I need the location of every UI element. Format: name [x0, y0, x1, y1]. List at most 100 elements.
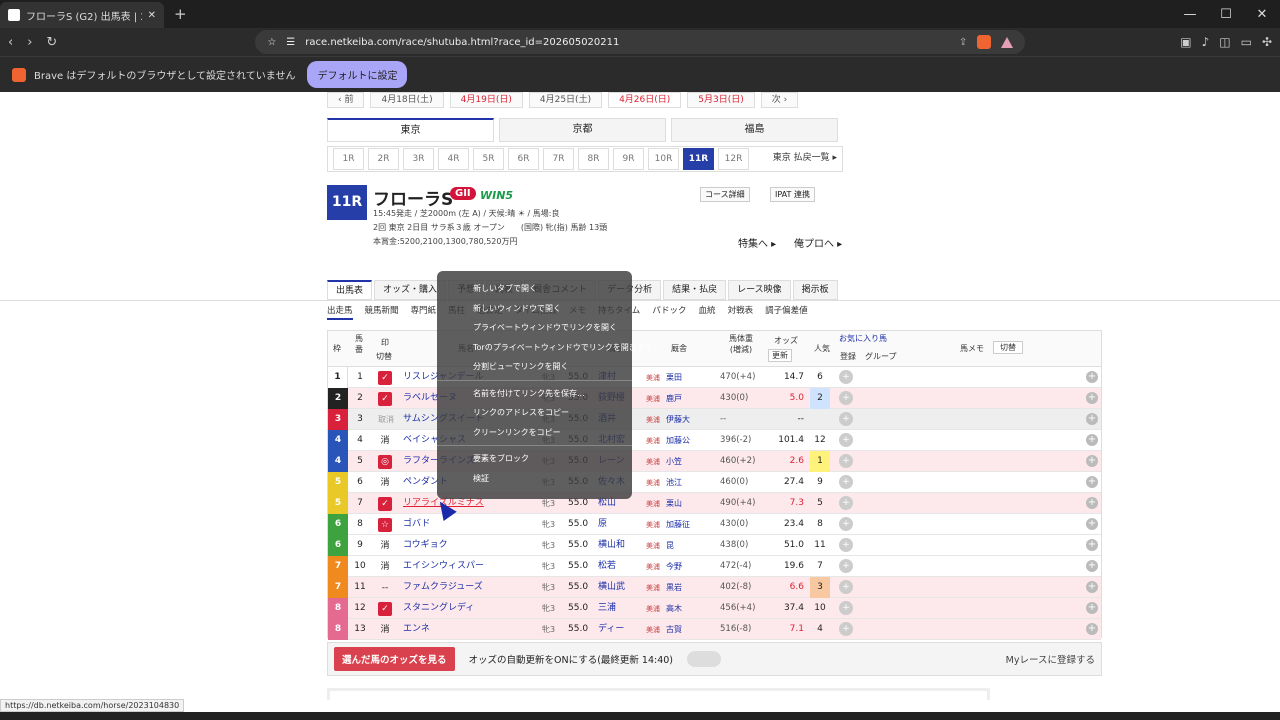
trainer-link[interactable]: 栗山 — [666, 499, 682, 508]
ipat-button[interactable]: IPAT 連携 — [770, 187, 815, 202]
trainer-link[interactable]: 池江 — [666, 478, 682, 487]
race-number-tab[interactable]: 9R — [613, 148, 644, 170]
ore-pro-link[interactable]: 俺プロへ ▸ — [794, 235, 842, 250]
favorite-add-icon[interactable]: + — [839, 517, 853, 531]
odds-update-button[interactable]: 更新 — [768, 349, 792, 362]
race-number-tab[interactable]: 12R — [718, 148, 749, 170]
browser-tab[interactable]: フローラS (G2) 出馬表 | 2026年4月 ✕ — [0, 2, 164, 28]
horse-name-link[interactable]: エイシンウィスパー — [403, 556, 484, 577]
favorite-add-icon[interactable]: + — [839, 496, 853, 510]
favorite-add-icon[interactable]: + — [839, 454, 853, 468]
brave-shield-icon[interactable] — [977, 35, 992, 49]
media-icon[interactable]: ♪ — [1202, 35, 1210, 49]
set-default-button[interactable]: デフォルトに設定 — [307, 61, 408, 88]
forward-icon[interactable]: › — [27, 35, 32, 50]
date-item[interactable]: 5月3日(日) — [687, 92, 755, 108]
memo-add-icon[interactable]: + — [1086, 455, 1098, 467]
mark-cell[interactable]: 消 — [378, 560, 392, 574]
favorite-add-icon[interactable]: + — [839, 559, 853, 573]
sub-tab[interactable]: 調子偏差値 — [765, 304, 808, 320]
horse-name-link[interactable]: スタニングレディ — [403, 598, 474, 619]
sub-tab[interactable]: 血統 — [699, 304, 716, 320]
memo-add-icon[interactable]: + — [1086, 476, 1098, 488]
trainer-link[interactable]: 昆 — [666, 541, 674, 550]
context-menu-item[interactable]: 名前を付けてリンク先を保存... — [437, 384, 632, 404]
my-race-register[interactable]: Myレースに登録する — [1006, 652, 1095, 666]
payout-list-link[interactable]: 東京 払戻一覧 ▸ — [773, 148, 837, 170]
split-icon[interactable]: ◫ — [1219, 35, 1230, 49]
mark-cell[interactable]: ✓ — [378, 497, 392, 511]
date-prev-link[interactable]: ‹ 前 — [327, 92, 365, 108]
bookmark-icon[interactable]: ☆ — [267, 37, 276, 48]
sub-tab[interactable]: 競馬新聞 — [365, 304, 399, 320]
context-menu-item[interactable]: Torのプライベートウィンドウでリンクを開きます — [437, 338, 653, 358]
context-menu-item[interactable]: 要素をブロック — [437, 449, 632, 469]
memo-add-icon[interactable]: + — [1086, 602, 1098, 614]
context-menu-item[interactable]: 検証 — [437, 469, 632, 489]
favorite-add-icon[interactable]: + — [839, 622, 853, 636]
maximize-icon[interactable]: ☐ — [1208, 7, 1244, 22]
jockey-link[interactable]: ディー — [598, 619, 624, 640]
date-next-link[interactable]: 次 › — [760, 92, 799, 108]
mark-cell[interactable]: 消 — [378, 476, 392, 490]
close-icon[interactable]: ✕ — [148, 10, 156, 21]
new-tab-icon[interactable]: + — [174, 5, 187, 23]
race-number-tab[interactable]: 10R — [648, 148, 679, 170]
feature-link[interactable]: 特集へ ▸ — [738, 235, 776, 250]
memo-add-icon[interactable]: + — [1086, 413, 1098, 425]
context-menu-item[interactable]: クリーンリンクをコピー — [437, 423, 632, 443]
sub-tab[interactable]: 専門紙 — [411, 304, 437, 320]
memo-add-icon[interactable]: + — [1086, 623, 1098, 635]
jockey-link[interactable]: 三浦 — [598, 598, 616, 619]
view-odds-button[interactable]: 選んだ馬のオッズを見る — [334, 647, 455, 671]
reload-icon[interactable]: ↻ — [46, 35, 57, 50]
memo-toggle-button[interactable]: 切替 — [993, 341, 1023, 354]
course-detail-button[interactable]: コース詳細 — [700, 187, 750, 202]
memo-add-icon[interactable]: + — [1086, 371, 1098, 383]
memo-add-icon[interactable]: + — [1086, 392, 1098, 404]
sub-tab[interactable]: 出走馬 — [327, 304, 353, 320]
race-number-tab[interactable]: 2R — [368, 148, 399, 170]
memo-add-icon[interactable]: + — [1086, 560, 1098, 572]
memo-add-icon[interactable]: + — [1086, 434, 1098, 446]
mark-cell[interactable]: ◎ — [378, 455, 392, 469]
mark-cell[interactable]: ☆ — [378, 518, 392, 532]
mark-cell[interactable]: 消 — [378, 623, 392, 637]
trainer-link[interactable]: 加藤征 — [666, 520, 690, 529]
window-close-icon[interactable]: ✕ — [1244, 7, 1280, 22]
sidebar-icon[interactable]: ▣ — [1180, 35, 1191, 49]
back-icon[interactable]: ‹ — [8, 35, 13, 50]
share-icon[interactable]: ⇪ — [959, 37, 967, 48]
sub-tab[interactable]: 対戦表 — [728, 304, 754, 320]
race-number-tab[interactable]: 11R — [683, 148, 714, 170]
main-tab[interactable]: 結果・払戻 — [663, 280, 727, 300]
main-tab[interactable]: オッズ・購入 — [374, 280, 447, 300]
context-menu-item[interactable]: 新しいウィンドウで開く — [437, 299, 632, 319]
trainer-link[interactable]: 加藤公 — [666, 436, 690, 445]
mark-cell[interactable]: -- — [378, 581, 392, 595]
context-menu-item[interactable]: 新しいタブで開く — [437, 279, 632, 299]
trainer-link[interactable]: 伊藤大 — [666, 415, 690, 424]
favorite-add-icon[interactable]: + — [839, 475, 853, 489]
trainer-link[interactable]: 小笠 — [666, 457, 682, 466]
race-number-tab[interactable]: 1R — [333, 148, 364, 170]
memo-add-icon[interactable]: + — [1086, 497, 1098, 509]
mark-cell[interactable]: 消 — [378, 434, 392, 448]
wallet-icon[interactable]: ▭ — [1241, 35, 1252, 49]
main-tab[interactable]: 掲示板 — [792, 280, 838, 300]
memo-add-icon[interactable]: + — [1086, 581, 1098, 593]
favorite-add-icon[interactable]: + — [839, 538, 853, 552]
site-info-icon[interactable]: ☰ — [286, 37, 295, 48]
race-number-tab[interactable]: 8R — [578, 148, 609, 170]
col-mark-toggle[interactable]: 切替 — [376, 351, 392, 362]
race-number-tab[interactable]: 3R — [403, 148, 434, 170]
favorite-add-icon[interactable]: + — [839, 580, 853, 594]
mark-cell[interactable]: ✓ — [378, 602, 392, 616]
horse-name-link[interactable]: ファムクラジューズ — [403, 577, 483, 598]
race-number-tab[interactable]: 4R — [438, 148, 469, 170]
auto-update-toggle[interactable] — [687, 651, 722, 667]
horse-name-link[interactable]: ゴバド — [403, 514, 430, 535]
date-item[interactable]: 4月25日(土) — [528, 92, 603, 108]
venue-tab[interactable]: 東京 — [327, 118, 494, 142]
horse-name-link[interactable]: エンネ — [403, 619, 430, 640]
